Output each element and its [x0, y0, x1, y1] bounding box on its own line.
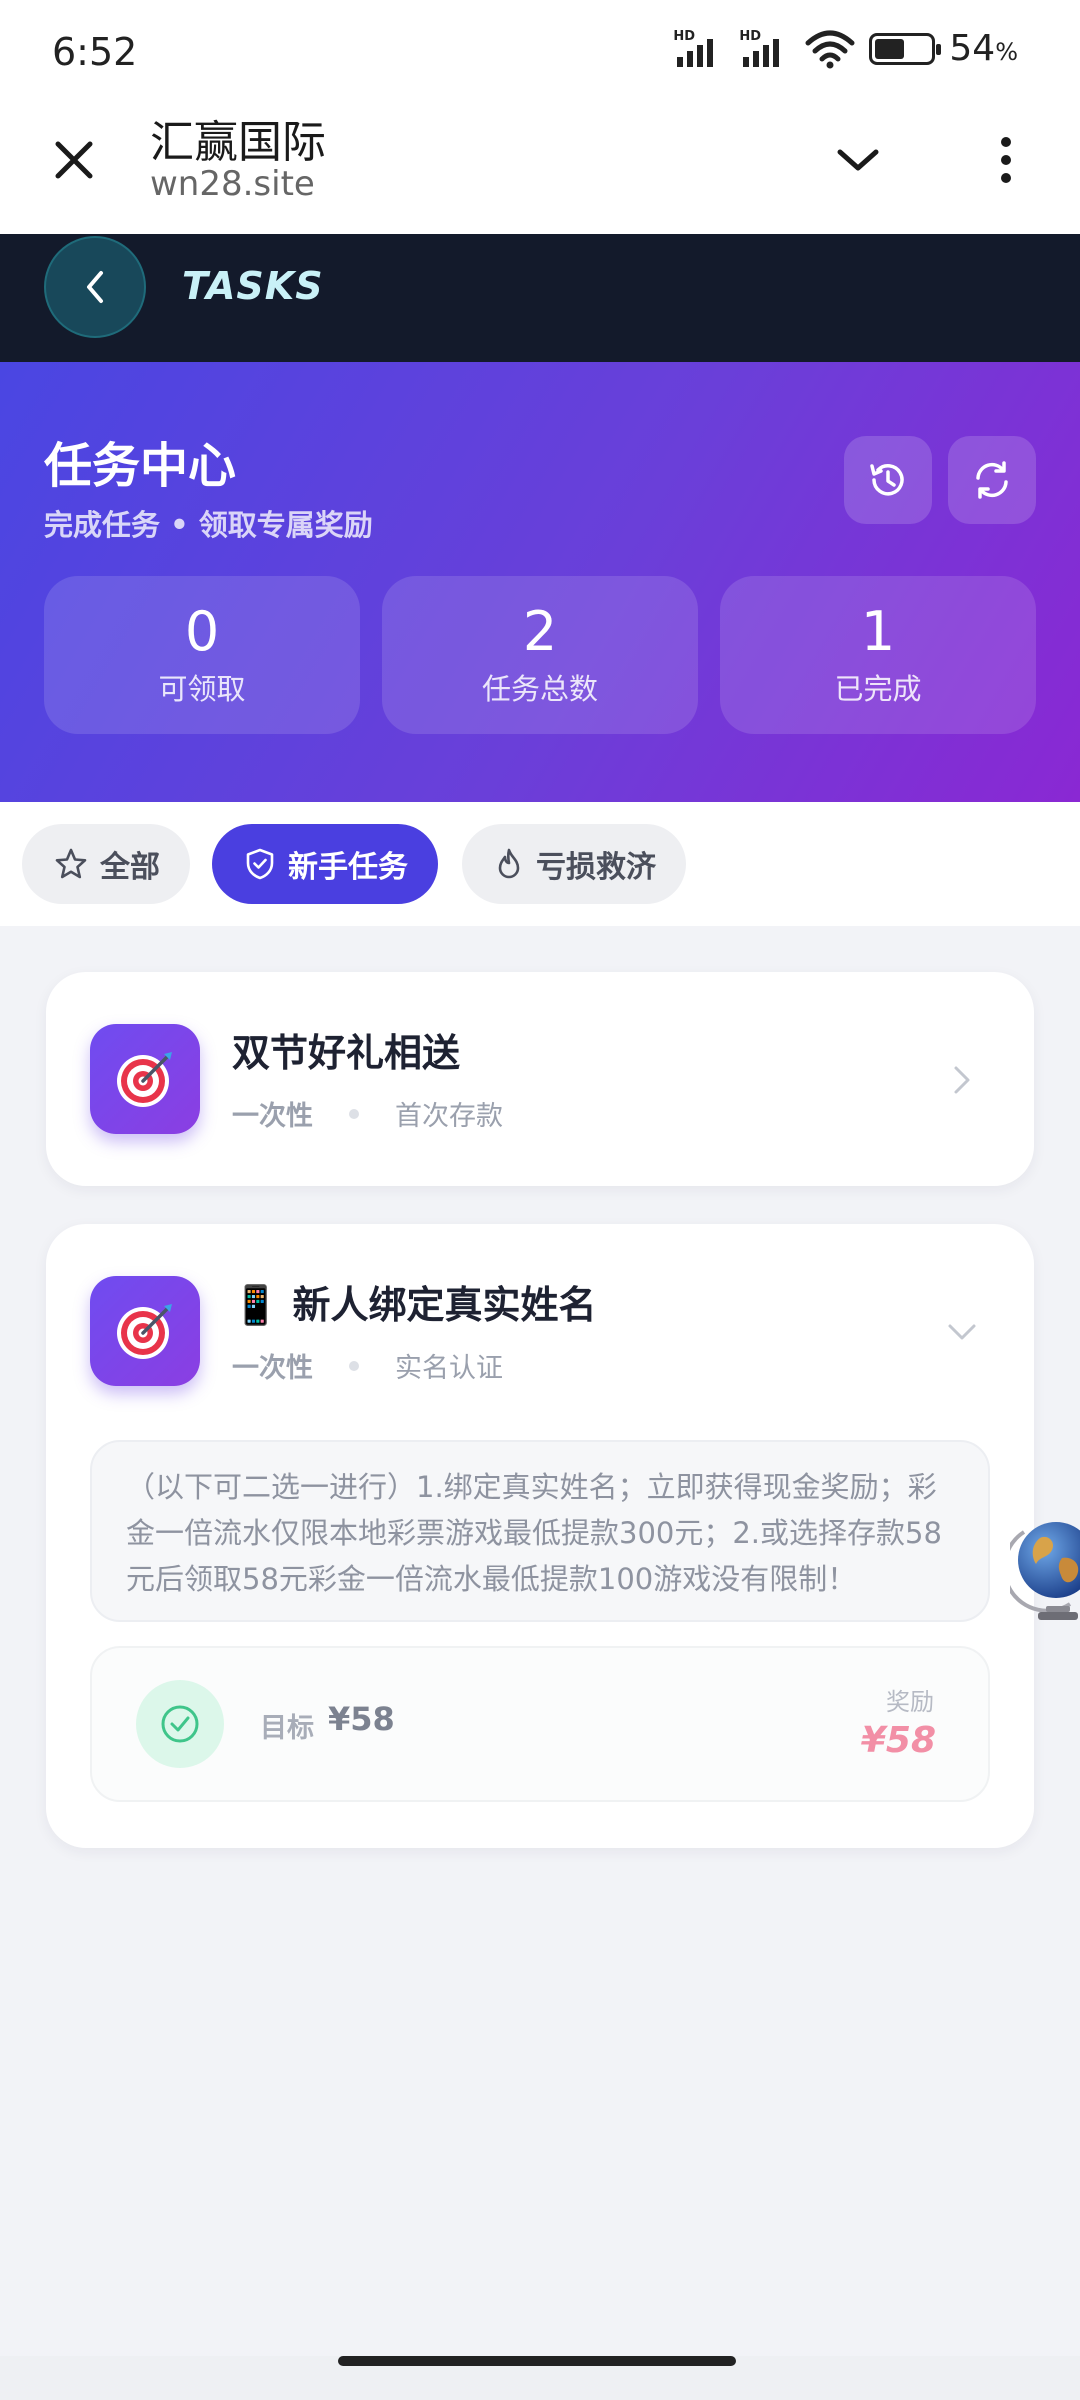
shield-icon — [246, 848, 274, 880]
stat-label: 已完成 — [834, 672, 922, 706]
task-meta: 一次性 实名认证 — [232, 1346, 503, 1385]
task-type: 一次性 — [232, 1101, 313, 1132]
task-title: 双节好礼相送 — [232, 1031, 461, 1075]
page-title: 汇赢国际 — [150, 117, 326, 168]
top-nav: TASKS — [0, 234, 1080, 362]
wifi-icon — [805, 30, 855, 68]
close-button[interactable] — [44, 130, 104, 190]
stat-claimable: 0 可领取 — [44, 576, 360, 734]
home-indicator — [0, 2356, 1080, 2400]
task-description: （以下可二选一进行）1.绑定真实姓名；立即获得现金奖励；彩金一倍流水仅限本地彩票… — [90, 1440, 990, 1622]
flame-icon — [498, 848, 520, 879]
tab-all[interactable]: 全部 — [22, 824, 190, 904]
signal-icon-2: HD — [739, 29, 791, 69]
globe-float-button[interactable] — [1002, 1512, 1080, 1622]
task-type: 一次性 — [232, 1353, 313, 1384]
stat-value: 2 — [522, 600, 558, 663]
stat-total: 2 任务总数 — [382, 576, 698, 734]
status-time: 6:52 — [52, 30, 138, 74]
browser-bar: 汇赢国际 wn28.site — [0, 100, 1080, 234]
globe-icon — [1002, 1522, 1080, 1620]
more-vertical-icon — [1001, 137, 1011, 183]
task-card-expanded[interactable]: 📱 新人绑定真实姓名 一次性 实名认证 （以下可二选一进行）1.绑定真实姓名；立… — [46, 1224, 1034, 1848]
task-category: 实名认证 — [395, 1353, 503, 1384]
dartboard-icon — [117, 1052, 172, 1107]
reward-value: ¥58 — [860, 1720, 936, 1761]
stat-label: 任务总数 — [481, 672, 598, 706]
chevron-down-icon[interactable] — [942, 1312, 982, 1352]
task-card[interactable]: 双节好礼相送 一次性 首次存款 — [46, 972, 1034, 1186]
back-button[interactable] — [44, 236, 146, 338]
task-target-box: 目标 ¥58 奖励 ¥58 — [90, 1646, 990, 1802]
chevron-down-icon — [837, 149, 879, 171]
more-button[interactable] — [976, 128, 1036, 192]
task-center-header: 任务中心 完成任务 • 领取专属奖励 0 可领取 2 任务总数 1 已完成 — [0, 362, 1080, 802]
stat-value: 0 — [184, 600, 220, 663]
stat-completed: 1 已完成 — [720, 576, 1036, 734]
star-icon — [55, 848, 87, 879]
status-icons: HD HD 54% — [673, 28, 1018, 69]
separator-dot — [349, 1108, 359, 1119]
expand-button[interactable] — [826, 128, 890, 192]
history-icon — [870, 464, 904, 496]
separator-dot — [349, 1360, 359, 1371]
task-title: 📱 新人绑定真实姓名 — [232, 1283, 597, 1327]
target-label: 目标 — [260, 1713, 314, 1744]
battery-percent: 54% — [949, 28, 1018, 69]
battery-icon — [869, 32, 942, 65]
page-url: wn28.site — [150, 164, 315, 204]
nav-title: TASKS — [182, 264, 324, 308]
refresh-button[interactable] — [948, 436, 1036, 524]
stat-label: 可领取 — [158, 672, 246, 706]
task-meta: 一次性 首次存款 — [232, 1094, 503, 1133]
hero-title: 任务中心 — [44, 438, 237, 494]
filter-tabs: 全部 新手任务 亏损救济 — [0, 802, 1080, 926]
dartboard-icon — [117, 1304, 172, 1359]
chevron-right-icon — [942, 1060, 982, 1100]
chevron-left-icon — [87, 271, 103, 303]
tab-label: 新手任务 — [288, 850, 408, 885]
tab-loss-relief[interactable]: 亏损救济 — [462, 824, 686, 904]
history-button[interactable] — [844, 436, 932, 524]
reward-label: 奖励 — [886, 1688, 934, 1716]
status-bar: 6:52 HD HD 54% — [0, 0, 1080, 100]
target-icon — [90, 1276, 200, 1386]
task-category: 首次存款 — [395, 1101, 503, 1132]
hero-subtitle: 完成任务 • 领取专属奖励 — [44, 508, 373, 542]
stat-value: 1 — [860, 600, 896, 663]
close-icon — [55, 141, 93, 179]
tab-label: 全部 — [100, 850, 160, 885]
tab-newbie[interactable]: 新手任务 — [212, 824, 438, 904]
signal-icon: HD — [673, 29, 725, 69]
check-circle-icon — [136, 1680, 224, 1768]
target-value: ¥58 — [328, 1700, 395, 1738]
target-icon — [90, 1024, 200, 1134]
refresh-icon — [976, 461, 1008, 499]
tab-label: 亏损救济 — [536, 850, 656, 885]
